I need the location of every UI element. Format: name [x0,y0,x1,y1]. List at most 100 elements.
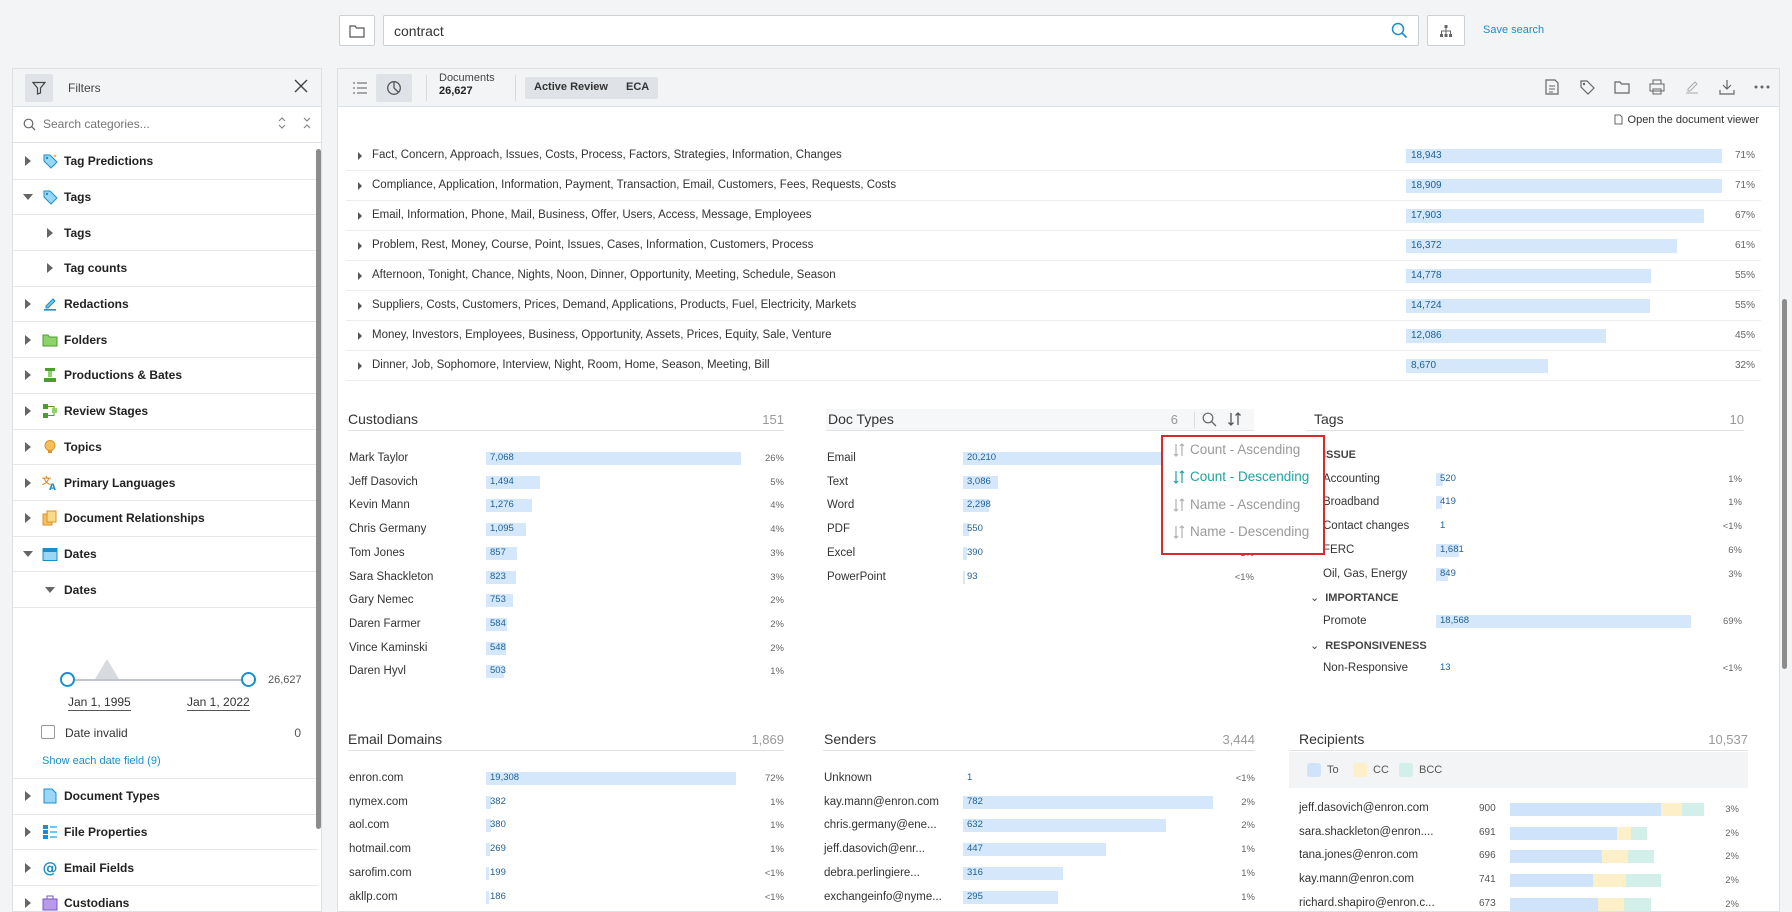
recipient-row[interactable]: sara.shackleton@enron.... 691 2% [1299,825,1739,841]
email-domain-row[interactable]: akllp.com 186 <1% [348,888,784,906]
folder-icon[interactable] [1613,78,1631,96]
custodian-row[interactable]: Daren Farmer 584 2% [348,615,784,633]
recipient-row[interactable]: richard.shapiro@enron.c... 673 2% [1299,896,1739,911]
chart-view-button[interactable] [376,74,412,102]
tag-row[interactable]: Promote 18,568 69% [1322,612,1742,630]
category-topics[interactable]: Topics [13,430,318,466]
sort-option[interactable]: Count - Descending [1173,469,1309,489]
tag-section-header[interactable]: ⌄ IMPORTANCE [1310,591,1398,604]
category-tags[interactable]: Tags [13,180,318,216]
sender-row[interactable]: chris.germany@ene... 632 2% [823,816,1255,834]
email-domain-row[interactable]: enron.com 19,308 72% [348,769,784,787]
custodian-row[interactable]: Vince Kaminski 548 2% [348,639,784,657]
subcategory-tags[interactable]: Tags [13,215,318,252]
tag-row[interactable]: Accounting 520 1% [1322,470,1742,488]
subcategory-tag-counts[interactable]: Tag counts [13,251,318,287]
custodian-row[interactable]: Tom Jones 857 3% [348,544,784,562]
list-view-button[interactable] [346,74,374,102]
category-folders[interactable]: Folders [13,322,318,359]
filters-scrollbar[interactable] [316,149,321,829]
doc-type-row[interactable]: PowerPoint 93 <1% [826,568,1254,586]
topic-row[interactable]: Compliance, Application, Information, Pa… [346,171,1761,201]
category-productions-bates[interactable]: Productions & Bates [13,358,318,394]
recipient-row[interactable]: kay.mann@enron.com 741 2% [1299,872,1739,888]
date-invalid-checkbox[interactable] [41,725,55,739]
tab-eca[interactable]: ECA [617,77,658,99]
topic-row[interactable]: Money, Investors, Employees, Business, O… [346,321,1761,351]
sort-option[interactable]: Name - Descending [1173,524,1309,544]
more-options-icon[interactable] [1753,78,1771,96]
topic-row[interactable]: Problem, Rest, Money, Course, Point, Iss… [346,231,1761,261]
download-icon[interactable] [1718,78,1736,96]
sort-option[interactable]: Count - Ascending [1173,442,1300,462]
document-list-icon[interactable] [1543,78,1561,96]
sender-row[interactable]: debra.perlingiere... 316 1% [823,864,1255,882]
expand-all-icon[interactable] [276,116,288,133]
category-dates[interactable]: Dates [13,537,318,573]
recipient-row[interactable]: jeff.dasovich@enron.com 900 3% [1299,801,1739,817]
folder-browse-button[interactable] [339,15,375,46]
tag-row[interactable]: Contact changes 1 <1% [1322,517,1742,535]
redact-icon[interactable] [1683,78,1701,96]
category-primary-languages[interactable]: 文A Primary Languages [13,465,318,501]
date-end-field[interactable]: Jan 1, 2022 [187,695,250,711]
custodian-row[interactable]: Mark Taylor 7,068 26% [348,449,784,467]
custodian-row[interactable]: Kevin Mann 1,276 4% [348,496,784,514]
sender-row[interactable]: exchangeinfo@nyme... 295 1% [823,888,1255,906]
category-search-input[interactable] [43,117,263,131]
date-start-field[interactable]: Jan 1, 1995 [68,695,131,711]
recipient-row[interactable]: tana.jones@enron.com 696 2% [1299,848,1739,864]
custodian-row[interactable]: Chris Germany 1,095 4% [348,520,784,538]
category-file-properties[interactable]: File Properties [13,815,318,851]
sort-option[interactable]: Name - Ascending [1173,497,1300,517]
show-each-date-field-link[interactable]: Show each date field (9) [42,755,161,767]
topic-row[interactable]: Dinner, Job, Sophomore, Interview, Night… [346,351,1761,381]
topic-row[interactable]: Afternoon, Tonight, Chance, Nights, Noon… [346,261,1761,291]
email-domain-row[interactable]: aol.com 380 1% [348,816,784,834]
print-icon[interactable] [1648,78,1666,96]
tag-icon[interactable] [1578,78,1596,96]
sender-row[interactable]: kay.mann@enron.com 782 2% [823,793,1255,811]
tag-row[interactable]: FERC 1,681 6% [1322,541,1742,559]
main-scrollbar[interactable] [1782,299,1787,669]
tab-active-review[interactable]: Active Review [525,77,617,99]
search-input[interactable] [394,22,1354,40]
open-document-viewer-link[interactable]: Open the document viewer [1614,114,1759,128]
sender-row[interactable]: Unknown 1 <1% [823,769,1255,787]
sender-row[interactable]: jeff.dasovich@enr... 447 1% [823,840,1255,858]
custodian-row[interactable]: Daren Hyvl 503 1% [348,662,784,680]
subcategory-dates[interactable]: Dates [13,572,318,608]
slider-end-handle[interactable] [241,672,256,687]
save-search-link[interactable]: Save search [1483,24,1544,36]
email-domain-row[interactable]: nymex.com 382 1% [348,793,784,811]
sort-icon[interactable] [1227,411,1243,430]
custodian-row[interactable]: Gary Nemec 753 2% [348,591,784,609]
category-document-relationships[interactable]: Document Relationships [13,501,318,537]
custodian-row[interactable]: Sara Shackleton 823 3% [348,568,784,586]
topic-row[interactable]: Suppliers, Costs, Customers, Prices, Dem… [346,291,1761,321]
search-field[interactable] [383,15,1419,46]
tag-row[interactable]: Non-Responsive 13 <1% [1322,659,1742,677]
tag-row[interactable]: Oil, Gas, Energy 849 3% [1322,565,1742,583]
tag-row[interactable]: Broadband 419 1% [1322,493,1742,511]
legend-swatch-cc[interactable] [1353,763,1367,777]
email-domain-row[interactable]: hotmail.com 269 1% [348,840,784,858]
category-email-fields[interactable]: @ Email Fields [13,850,318,887]
category-review-stages[interactable]: Review Stages [13,394,318,430]
search-builder-button[interactable] [1427,15,1465,46]
category-document-types[interactable]: Document Types [13,779,318,815]
legend-swatch-to[interactable] [1307,763,1321,777]
tag-section-header[interactable]: ISSUE [1323,449,1356,461]
close-icon[interactable] [293,78,309,97]
custodian-row[interactable]: Jeff Dasovich 1,494 5% [348,473,784,491]
search-icon[interactable] [1202,412,1217,430]
category-redactions[interactable]: Redactions [13,287,318,323]
category-custodians[interactable]: Custodians [13,886,318,911]
topic-row[interactable]: Email, Information, Phone, Mail, Busines… [346,201,1761,231]
collapse-all-icon[interactable] [301,116,313,133]
email-domain-row[interactable]: sarofim.com 199 <1% [348,864,784,882]
category-tag-predictions[interactable]: Tag Predictions [13,144,318,180]
topic-row[interactable]: Fact, Concern, Approach, Issues, Costs, … [346,141,1761,171]
filter-toggle-button[interactable] [25,74,53,102]
search-icon[interactable] [1391,22,1408,42]
